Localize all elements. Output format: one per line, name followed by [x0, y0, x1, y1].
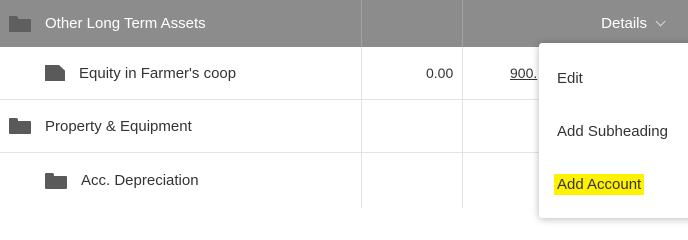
- details-label: Details: [601, 15, 647, 32]
- column-divider: [462, 153, 463, 208]
- section-header: Other Long Term Assets: [9, 0, 206, 47]
- folder-icon: [9, 15, 31, 32]
- section-title: Other Long Term Assets: [45, 15, 206, 32]
- document-icon: [45, 65, 65, 81]
- column-divider: [361, 100, 362, 152]
- subheading-name: Property & Equipment: [9, 100, 192, 152]
- details-menu: Edit Add Subheading Add Account: [539, 43, 688, 218]
- column-divider: [462, 100, 463, 152]
- column-divider: [361, 47, 362, 99]
- folder-icon: [9, 118, 31, 134]
- menu-item-edit[interactable]: Edit: [557, 70, 583, 87]
- value-cell: 0.00: [426, 65, 454, 81]
- column-divider: [462, 47, 463, 99]
- column-divider: [361, 153, 362, 208]
- menu-item-add-subheading[interactable]: Add Subheading: [557, 123, 668, 140]
- subheading-label: Acc. Depreciation: [81, 172, 199, 189]
- account-name: Equity in Farmer's coop: [45, 47, 236, 99]
- account-label: Equity in Farmer's coop: [79, 64, 237, 82]
- folder-icon: [45, 172, 67, 189]
- column-divider: [462, 0, 463, 47]
- section-header-row[interactable]: Other Long Term Assets Details: [0, 0, 688, 47]
- column-divider: [361, 0, 362, 47]
- details-dropdown-button[interactable]: Details: [601, 0, 666, 47]
- menu-item-add-account[interactable]: Add Account: [554, 174, 645, 195]
- subheading-name: Acc. Depreciation: [45, 153, 199, 208]
- value-link[interactable]: 900.: [510, 47, 537, 99]
- chevron-down-icon: [655, 16, 666, 26]
- subheading-label: Property & Equipment: [45, 117, 192, 135]
